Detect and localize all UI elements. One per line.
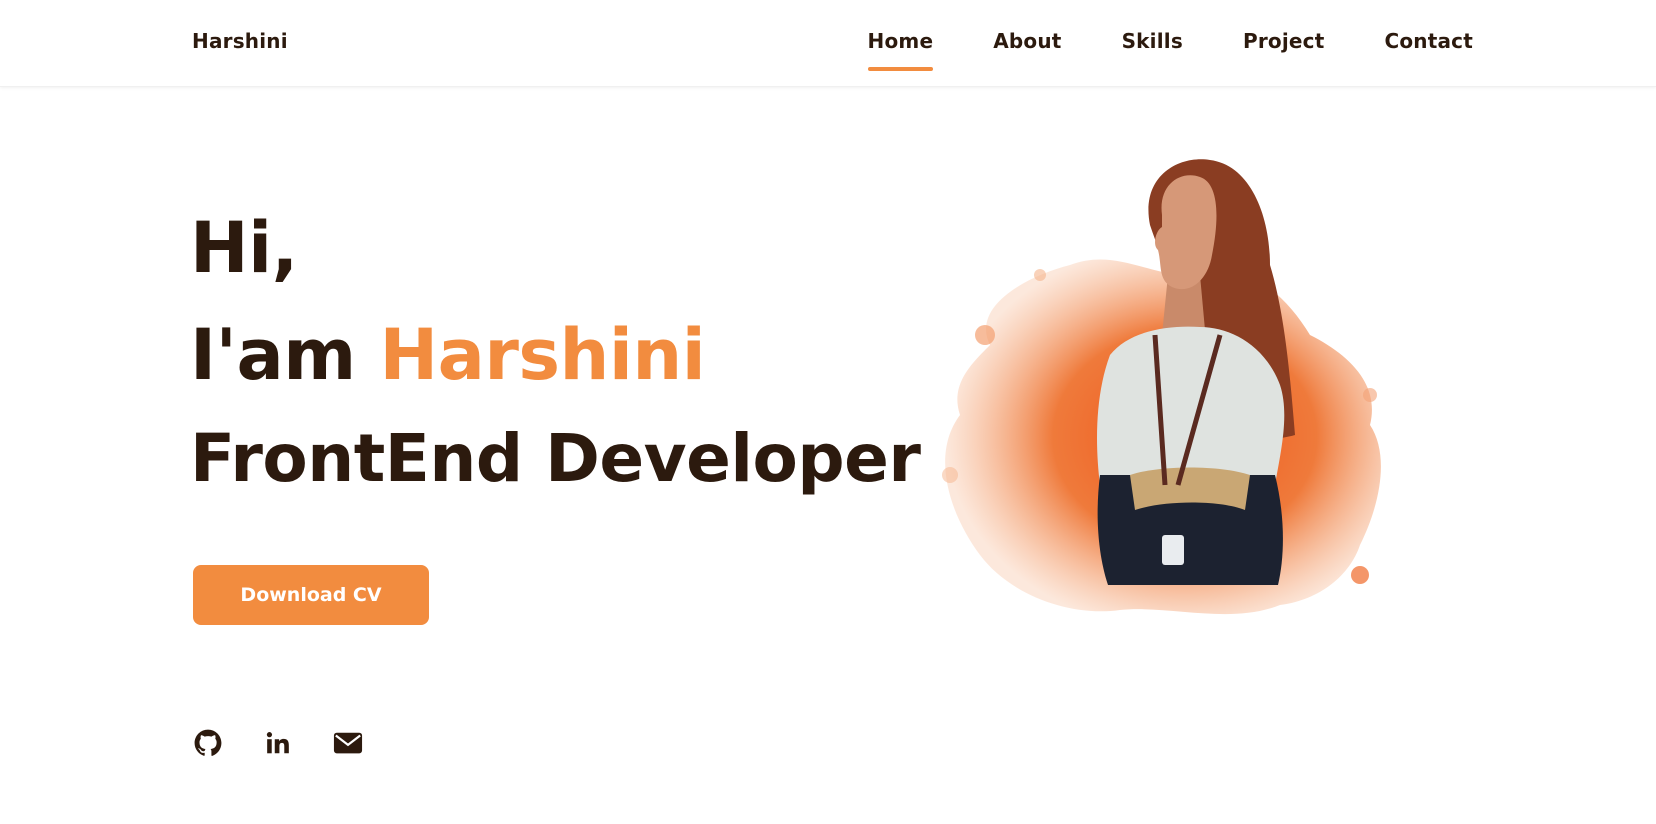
- hero-intro-prefix: I'am: [190, 314, 356, 396]
- profile-portrait: [942, 159, 1381, 615]
- hero-role: FrontEnd Developer: [190, 420, 921, 497]
- nav-about[interactable]: About: [993, 29, 1061, 53]
- github-icon: [194, 729, 222, 756]
- nav-project[interactable]: Project: [1243, 29, 1325, 53]
- hero-intro: I'am Harshini: [190, 320, 706, 390]
- download-cv-button[interactable]: Download CV: [193, 565, 429, 625]
- github-link[interactable]: [193, 728, 223, 758]
- linkedin-link[interactable]: [263, 728, 293, 758]
- social-links: [193, 728, 403, 758]
- linkedin-icon: [266, 732, 289, 754]
- hero-name: Harshini: [379, 314, 706, 396]
- email-icon: [333, 732, 363, 754]
- portrait-figure: [1097, 159, 1295, 585]
- email-link[interactable]: [333, 728, 363, 758]
- site-header: Harshini Home About Skills Project Conta…: [0, 0, 1656, 87]
- nav-contact[interactable]: Contact: [1384, 29, 1473, 53]
- hero-greeting: Hi,: [190, 207, 298, 289]
- nav-skills[interactable]: Skills: [1122, 29, 1183, 53]
- nav-home[interactable]: Home: [867, 29, 934, 71]
- site-logo[interactable]: Harshini: [192, 29, 288, 53]
- main-nav: Home About Skills Project Contact: [867, 29, 1473, 71]
